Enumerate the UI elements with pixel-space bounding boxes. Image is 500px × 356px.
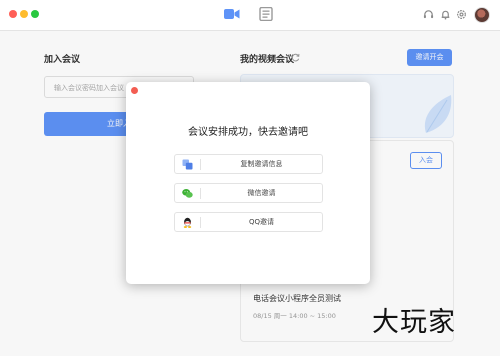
bell-icon[interactable] xyxy=(440,9,451,20)
qq-invite-button[interactable]: QQ邀请 xyxy=(174,212,323,232)
option-label: 复制邀请信息 xyxy=(240,160,283,168)
copy-invite-button[interactable]: 复制邀请信息 xyxy=(174,154,323,174)
avatar[interactable] xyxy=(474,7,490,23)
watermark-logo: 大玩家 xyxy=(372,307,456,338)
app-window: 加入会议 输入会议密码加入会议 立即入 我的视频会议 邀请开会 入会 电话会议小… xyxy=(0,0,500,356)
title-bar xyxy=(0,0,500,31)
wechat-icon xyxy=(182,189,193,198)
headset-icon[interactable] xyxy=(423,9,434,20)
invite-dialog: 会议安排成功，快去邀请吧 复制邀请信息 微信邀请 QQ邀请 xyxy=(126,82,370,284)
dialog-close-button[interactable] xyxy=(131,87,138,94)
window-close-button[interactable] xyxy=(9,10,17,18)
wechat-invite-button[interactable]: 微信邀请 xyxy=(174,183,323,203)
copy-icon xyxy=(182,159,193,170)
gear-icon[interactable] xyxy=(456,9,467,20)
document-icon[interactable] xyxy=(258,7,274,21)
window-maximize-button[interactable] xyxy=(31,10,39,18)
qq-icon xyxy=(183,217,192,228)
video-camera-icon[interactable] xyxy=(224,7,240,21)
option-label: 微信邀请 xyxy=(247,189,276,197)
option-label: QQ邀请 xyxy=(248,218,275,226)
dialog-title: 会议安排成功，快去邀请吧 xyxy=(188,127,308,138)
window-minimize-button[interactable] xyxy=(20,10,28,18)
